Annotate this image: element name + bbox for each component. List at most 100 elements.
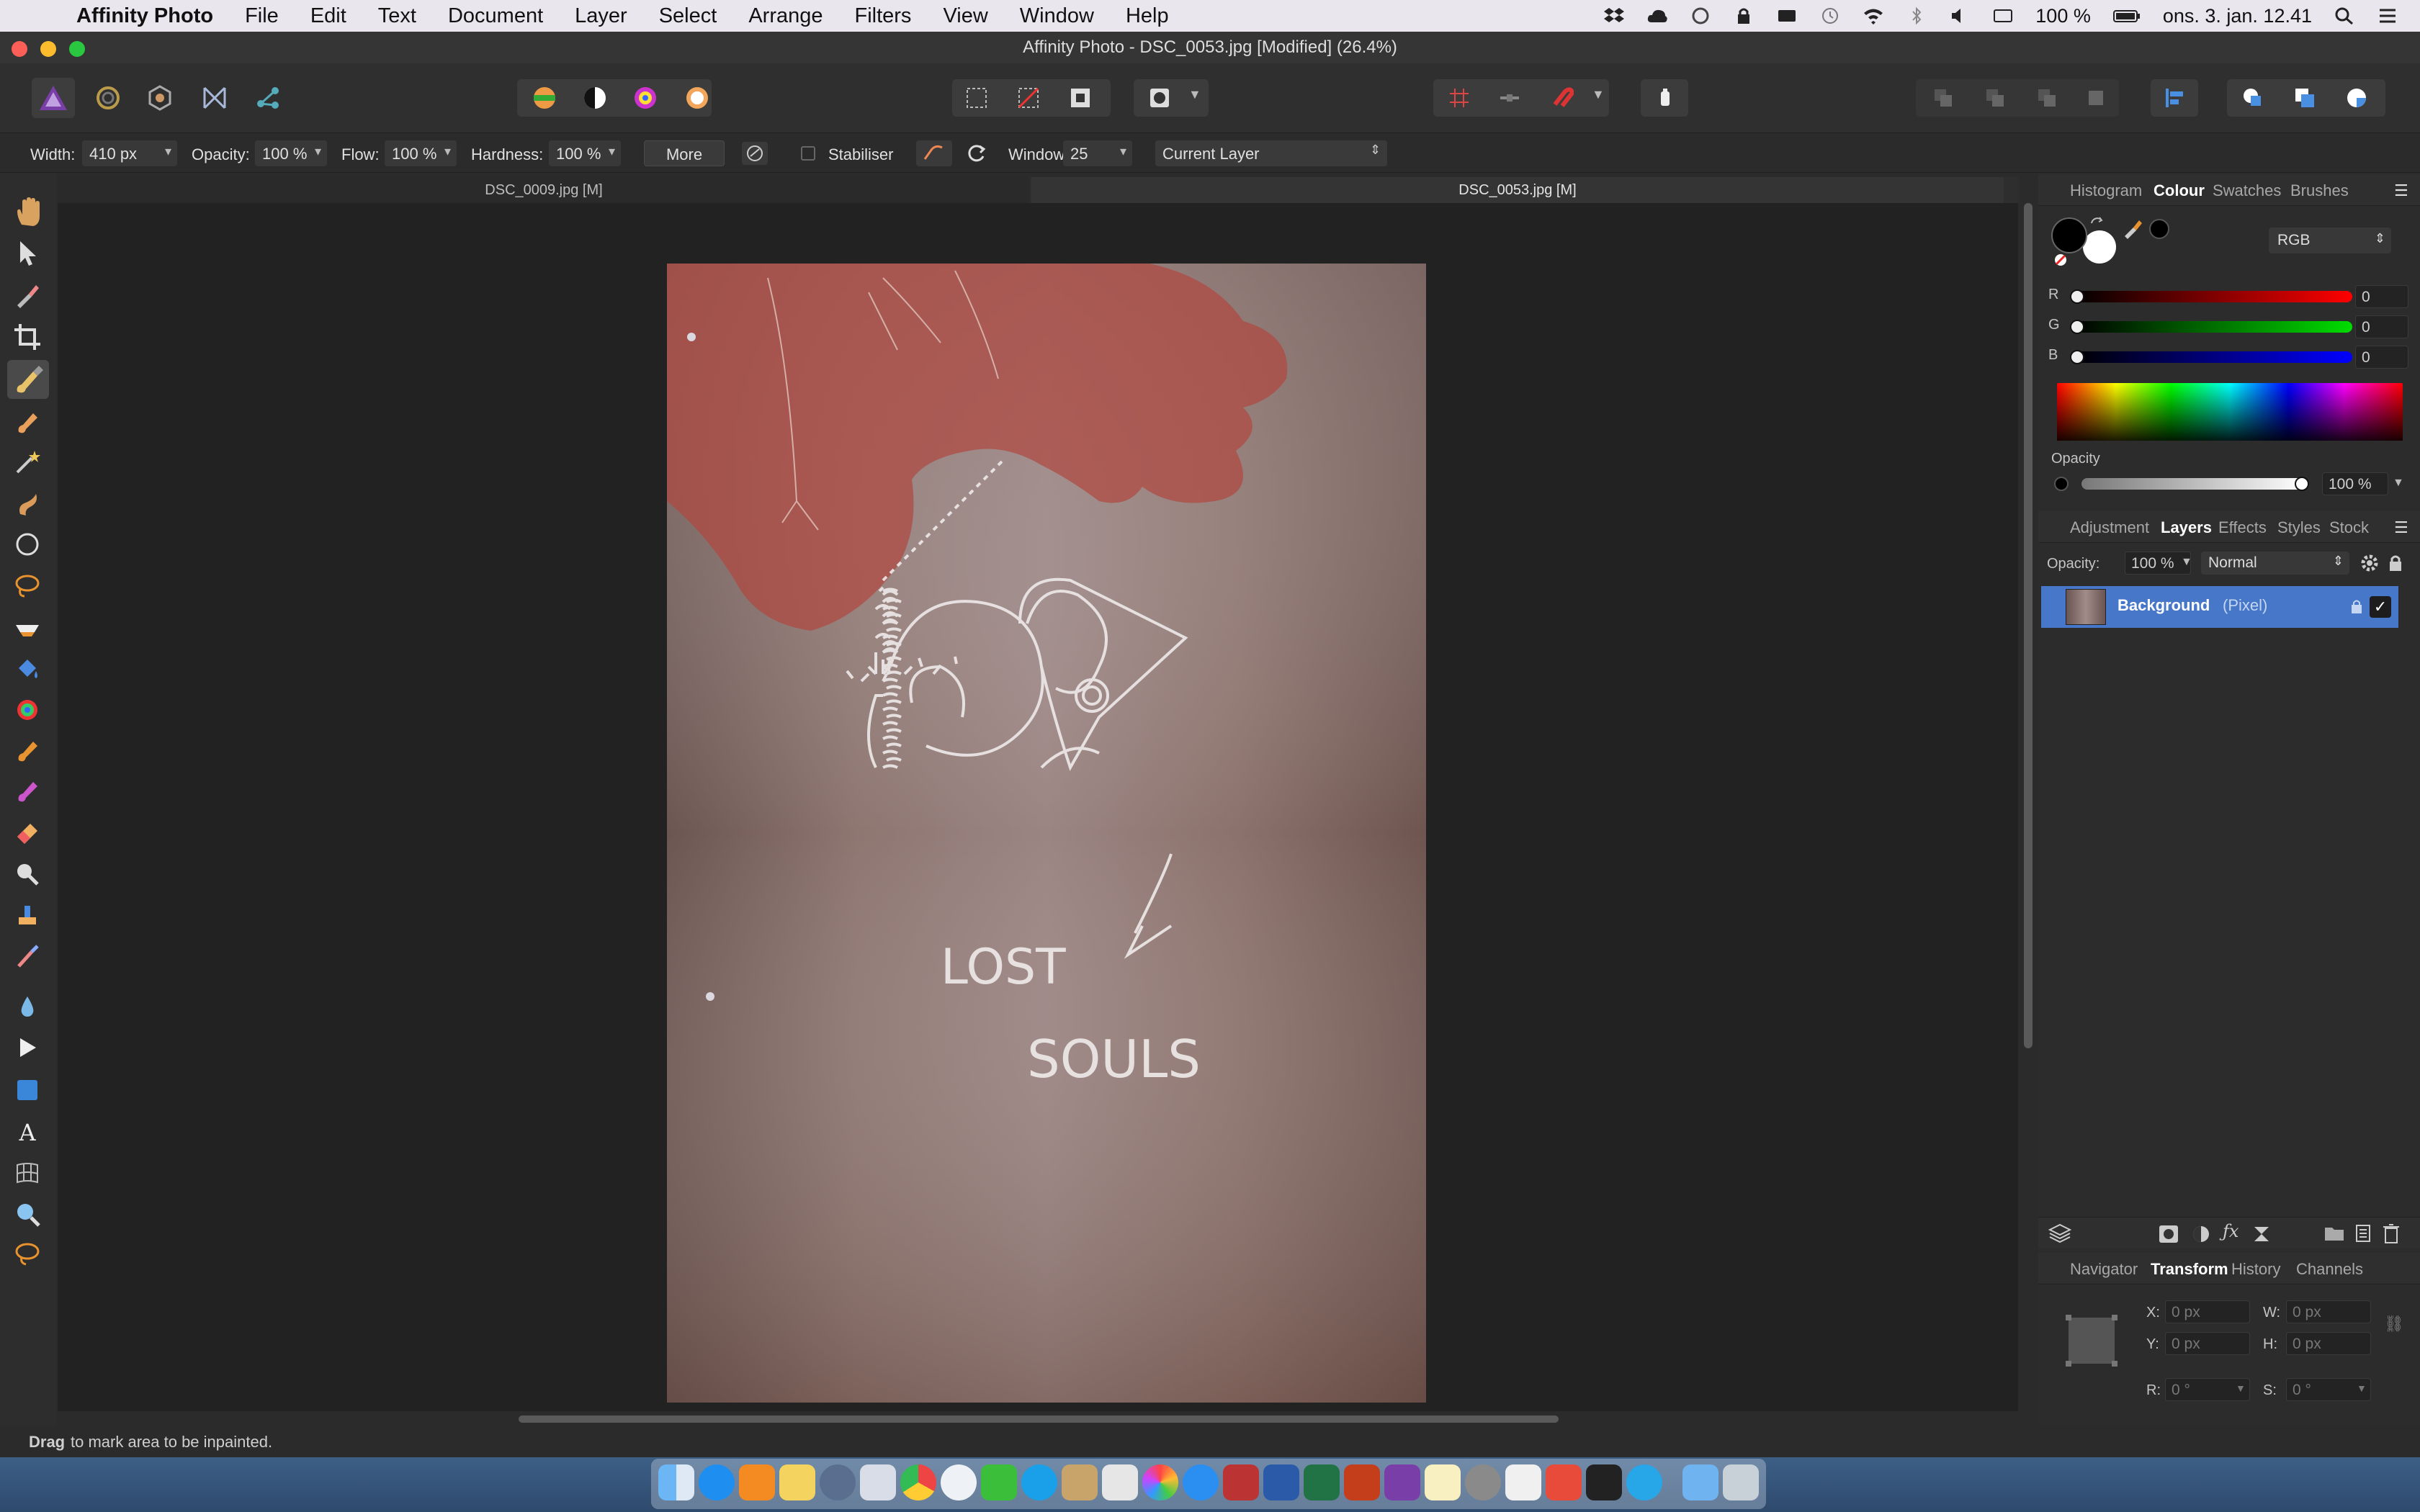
affinity-photo-dock-icon[interactable] xyxy=(1384,1464,1420,1500)
liquify-persona-button[interactable] xyxy=(86,78,130,118)
menu-edit[interactable]: Edit xyxy=(310,4,346,28)
delete-layer-icon[interactable] xyxy=(2381,1223,2401,1244)
photos-dock-icon[interactable] xyxy=(1142,1464,1178,1500)
tab-navigator[interactable]: Navigator xyxy=(2070,1260,2138,1279)
menubar-clock[interactable]: ons. 3. jan. 12.41 xyxy=(2163,5,2312,27)
clone-tool-icon[interactable] xyxy=(13,900,42,929)
opacity-field[interactable]: 100 % xyxy=(255,140,327,166)
skype-dock-icon[interactable] xyxy=(1021,1464,1057,1500)
r-slider[interactable] xyxy=(2074,291,2352,302)
stickies-dock-icon[interactable] xyxy=(1425,1464,1461,1500)
activity-monitor-dock-icon[interactable] xyxy=(1586,1464,1622,1500)
assistant-button[interactable] xyxy=(1644,78,1687,118)
system-preferences-dock-icon[interactable] xyxy=(1465,1464,1501,1500)
auto-levels-button[interactable] xyxy=(523,78,566,118)
tab-dsc-0053[interactable]: DSC_0053.jpg [M] xyxy=(1031,177,2004,203)
layer-visibility-checkbox[interactable]: ✓ xyxy=(2370,596,2391,618)
quick-mask-dropdown-icon[interactable]: ▼ xyxy=(1188,87,1201,102)
zoom-tool-icon[interactable] xyxy=(13,1200,42,1228)
battery-icon[interactable] xyxy=(2112,6,2141,25)
menu-file[interactable]: File xyxy=(245,4,279,28)
messages-dock-icon[interactable] xyxy=(941,1464,977,1500)
inpainting-tool-selected[interactable] xyxy=(7,360,49,399)
menu-select[interactable]: Select xyxy=(659,4,717,28)
contacts-dock-icon[interactable] xyxy=(1062,1464,1098,1500)
menu-arrange[interactable]: Arrange xyxy=(748,4,823,28)
powerpoint-dock-icon[interactable] xyxy=(1344,1464,1380,1500)
lasso-tool-icon[interactable] xyxy=(13,1240,42,1269)
tone-mapping-persona-button[interactable] xyxy=(193,78,236,118)
ibooks-dock-icon[interactable] xyxy=(739,1464,775,1500)
menu-document[interactable]: Document xyxy=(448,4,543,28)
transform-w-field[interactable]: 0 px xyxy=(2286,1300,2371,1323)
live-filter-icon[interactable] xyxy=(2251,1224,2272,1244)
selection-brush-tool-icon[interactable] xyxy=(13,776,42,805)
auto-contrast-button[interactable] xyxy=(573,78,617,118)
chrome-dock-icon[interactable] xyxy=(900,1464,936,1500)
subtract-shapes-button[interactable] xyxy=(2283,78,2326,118)
select-all-button[interactable] xyxy=(955,78,998,118)
source-select[interactable]: Current Layer xyxy=(1155,140,1387,166)
colour-replacement-tool-icon[interactable] xyxy=(13,696,42,724)
dropbox-icon[interactable] xyxy=(1603,6,1625,25)
tab-swatches[interactable]: Swatches xyxy=(2213,181,2281,200)
rectangle-tool-icon[interactable] xyxy=(13,1076,42,1104)
invert-selection-button[interactable] xyxy=(1059,78,1102,118)
magic-wand-tool-icon[interactable] xyxy=(13,448,42,477)
link-dimensions-icon[interactable]: ⛓ xyxy=(2384,1315,2404,1333)
vertical-scrollbar[interactable] xyxy=(2024,203,2033,1048)
anchor-point-selector[interactable] xyxy=(2064,1313,2119,1368)
export-persona-button[interactable] xyxy=(246,78,290,118)
erase-tool-icon[interactable] xyxy=(13,818,42,847)
layer-opacity-dropdown-icon[interactable]: ▼ xyxy=(2181,556,2192,569)
menu-view[interactable]: View xyxy=(943,4,987,28)
crop-tool-icon[interactable] xyxy=(13,323,42,351)
transform-x-field[interactable]: 0 px xyxy=(2165,1300,2250,1323)
colour-mode-select[interactable]: RGB ⇕ xyxy=(2269,228,2391,253)
tab-stock[interactable]: Stock xyxy=(2329,518,2369,537)
menu-app-name[interactable]: Affinity Photo xyxy=(76,4,213,28)
dodge-tool-icon[interactable] xyxy=(13,860,42,888)
align-button[interactable] xyxy=(2154,78,2197,118)
move-tool-icon[interactable] xyxy=(16,239,42,268)
trash-dock-icon[interactable] xyxy=(1723,1464,1759,1500)
colour-picker-icon[interactable] xyxy=(2120,216,2143,239)
view-tool-hand-icon[interactable] xyxy=(12,196,45,229)
snapping-button[interactable] xyxy=(1540,78,1583,118)
guides-button[interactable] xyxy=(1488,78,1531,118)
adjustment-layer-icon[interactable] xyxy=(2191,1224,2211,1244)
tab-history[interactable]: History xyxy=(2231,1260,2280,1279)
colour-opacity-dropdown-icon[interactable]: ▼ xyxy=(2393,477,2404,490)
flood-select-tool-icon[interactable] xyxy=(13,613,42,642)
move-to-back-button[interactable] xyxy=(1922,78,1965,118)
swap-colours-icon[interactable] xyxy=(2089,215,2105,230)
tab-channels[interactable]: Channels xyxy=(2296,1260,2363,1279)
keyboard-icon[interactable] xyxy=(1992,6,2014,25)
colour-spectrum[interactable] xyxy=(2057,383,2403,441)
wirecast-dock-icon[interactable] xyxy=(1626,1464,1662,1500)
hardness-field[interactable]: 100 % xyxy=(549,140,621,166)
add-pixel-layer-icon[interactable] xyxy=(2354,1223,2374,1244)
move-forward-one-button[interactable] xyxy=(2025,78,2069,118)
tab-histogram[interactable]: Histogram xyxy=(2070,181,2142,200)
tab-adjustment[interactable]: Adjustment xyxy=(2070,518,2149,537)
colour-opacity-handle[interactable] xyxy=(2295,477,2309,491)
b-slider[interactable] xyxy=(2074,351,2352,363)
fx-icon[interactable]: ƒx xyxy=(2223,1221,2238,1241)
notes-dock-icon[interactable] xyxy=(779,1464,815,1500)
layer-lock-icon[interactable] xyxy=(2387,553,2404,573)
tab-transform[interactable]: Transform xyxy=(2151,1260,2228,1279)
battery-percent[interactable]: 100 % xyxy=(2035,5,2091,27)
healing-brush-tool-icon[interactable] xyxy=(13,942,42,971)
mask-layer-icon[interactable] xyxy=(2158,1224,2179,1244)
quick-mask-button[interactable] xyxy=(1138,78,1181,118)
menu-filters[interactable]: Filters xyxy=(854,4,911,28)
layer-locked-icon[interactable] xyxy=(2349,598,2364,615)
tab-styles[interactable]: Styles xyxy=(2277,518,2321,537)
blend-mode-select[interactable]: Normal ⇕ xyxy=(2201,552,2349,575)
b-value[interactable]: 0 xyxy=(2355,346,2408,369)
layers-menu-icon[interactable]: ☰ xyxy=(2394,518,2408,537)
primary-colour-swatch[interactable] xyxy=(2051,217,2087,253)
menu-help[interactable]: Help xyxy=(1126,4,1169,28)
document-photo[interactable]: LOST SOULS xyxy=(667,264,1426,1403)
